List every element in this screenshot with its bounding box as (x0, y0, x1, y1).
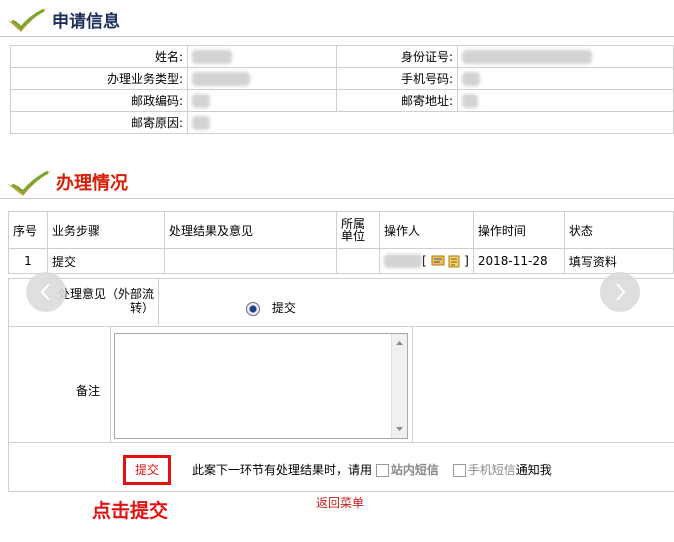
applicant-info-table: 姓名: 身份证号: 办理业务类型: 手机号码: 邮政编码: 邮寄地址: 邮寄原因… (10, 45, 674, 134)
address-value (457, 89, 674, 112)
checkmark-brush-icon (8, 170, 52, 196)
column-header-status: 状态 (563, 211, 674, 249)
row-result (164, 248, 337, 274)
column-header-operator: 操作人 (379, 211, 474, 249)
carousel-next-button[interactable] (600, 272, 640, 312)
checkmark-brush-icon (8, 8, 48, 32)
section-process-title: 办理情况 (56, 173, 128, 194)
sms-label: 手机短信 (467, 463, 516, 477)
row-index: 1 (8, 248, 48, 274)
address-label: 邮寄地址: (336, 89, 458, 112)
row-divider (8, 442, 674, 443)
column-header-index: 序号 (8, 211, 48, 249)
postcode-label: 邮政编码: (10, 89, 188, 112)
id-number-value (457, 45, 674, 68)
annotation-click-submit: 点击提交 (92, 500, 169, 522)
message-icon[interactable] (431, 255, 445, 267)
column-divider (110, 326, 111, 442)
reason-label: 邮寄原因: (10, 111, 188, 134)
notify-suffix: 通知我 (515, 463, 552, 477)
row-time: 2018-11-28 (472, 248, 565, 274)
textarea-scrollbar[interactable] (391, 334, 407, 438)
section-divider (0, 36, 674, 37)
document-icon[interactable] (448, 255, 460, 268)
sms-checkbox[interactable] (452, 464, 466, 477)
row-step: 提交 (47, 248, 165, 274)
submit-button[interactable]: 提交 (123, 455, 171, 485)
chevron-left-icon (40, 283, 50, 301)
postcode-value (187, 89, 337, 112)
opinion-option-label: 提交 (271, 301, 296, 315)
column-header-time: 操作时间 (472, 211, 565, 249)
remark-textarea[interactable] (114, 333, 408, 439)
column-header-unit: 所属单位 (336, 211, 380, 249)
row-unit (336, 248, 380, 274)
name-value (187, 45, 337, 68)
business-type-label: 办理业务类型: (10, 67, 188, 90)
row-divider (8, 326, 674, 327)
carousel-prev-button[interactable] (26, 272, 66, 312)
section-process-header: 办理情况 (4, 166, 128, 198)
notify-options: 此案下一环节有处理结果时，请用 站内短信 手机短信通知我 (192, 461, 552, 478)
phone-value (457, 67, 674, 90)
phone-label: 手机号码: (336, 67, 458, 90)
process-table: 序号 业务步骤 处理结果及意见 所属单位 操作人 操作时间 状态 1 提交 [ … (8, 211, 674, 274)
table-row: 1 提交 [ ] 2018-11-28 填写资料 (8, 248, 674, 274)
remark-label: 备注 (76, 384, 101, 398)
reason-value (187, 111, 674, 134)
column-divider (158, 278, 159, 326)
column-header-step: 业务步骤 (47, 211, 165, 249)
notify-prefix: 此案下一环节有处理结果时，请用 (192, 463, 373, 477)
id-number-label: 身份证号: (336, 45, 458, 68)
section-applicant-title: 申请信息 (52, 11, 120, 32)
column-divider (412, 326, 413, 442)
site-message-label: 站内短信 (390, 463, 439, 477)
business-type-value (187, 67, 337, 90)
radio-selected-icon[interactable] (246, 301, 260, 316)
chevron-right-icon (616, 283, 626, 301)
column-header-result: 处理结果及意见 (164, 211, 337, 249)
site-message-checkbox[interactable] (375, 464, 389, 477)
back-to-menu-link[interactable]: 返回菜单 (316, 494, 364, 511)
row-operator: [ ] (379, 248, 474, 274)
row-status: 填写资料 (563, 248, 674, 274)
opinion-option[interactable]: 提交 (246, 299, 296, 316)
section-applicant-header: 申请信息 (4, 4, 120, 34)
name-label: 姓名: (10, 45, 188, 68)
section-divider (0, 198, 674, 199)
